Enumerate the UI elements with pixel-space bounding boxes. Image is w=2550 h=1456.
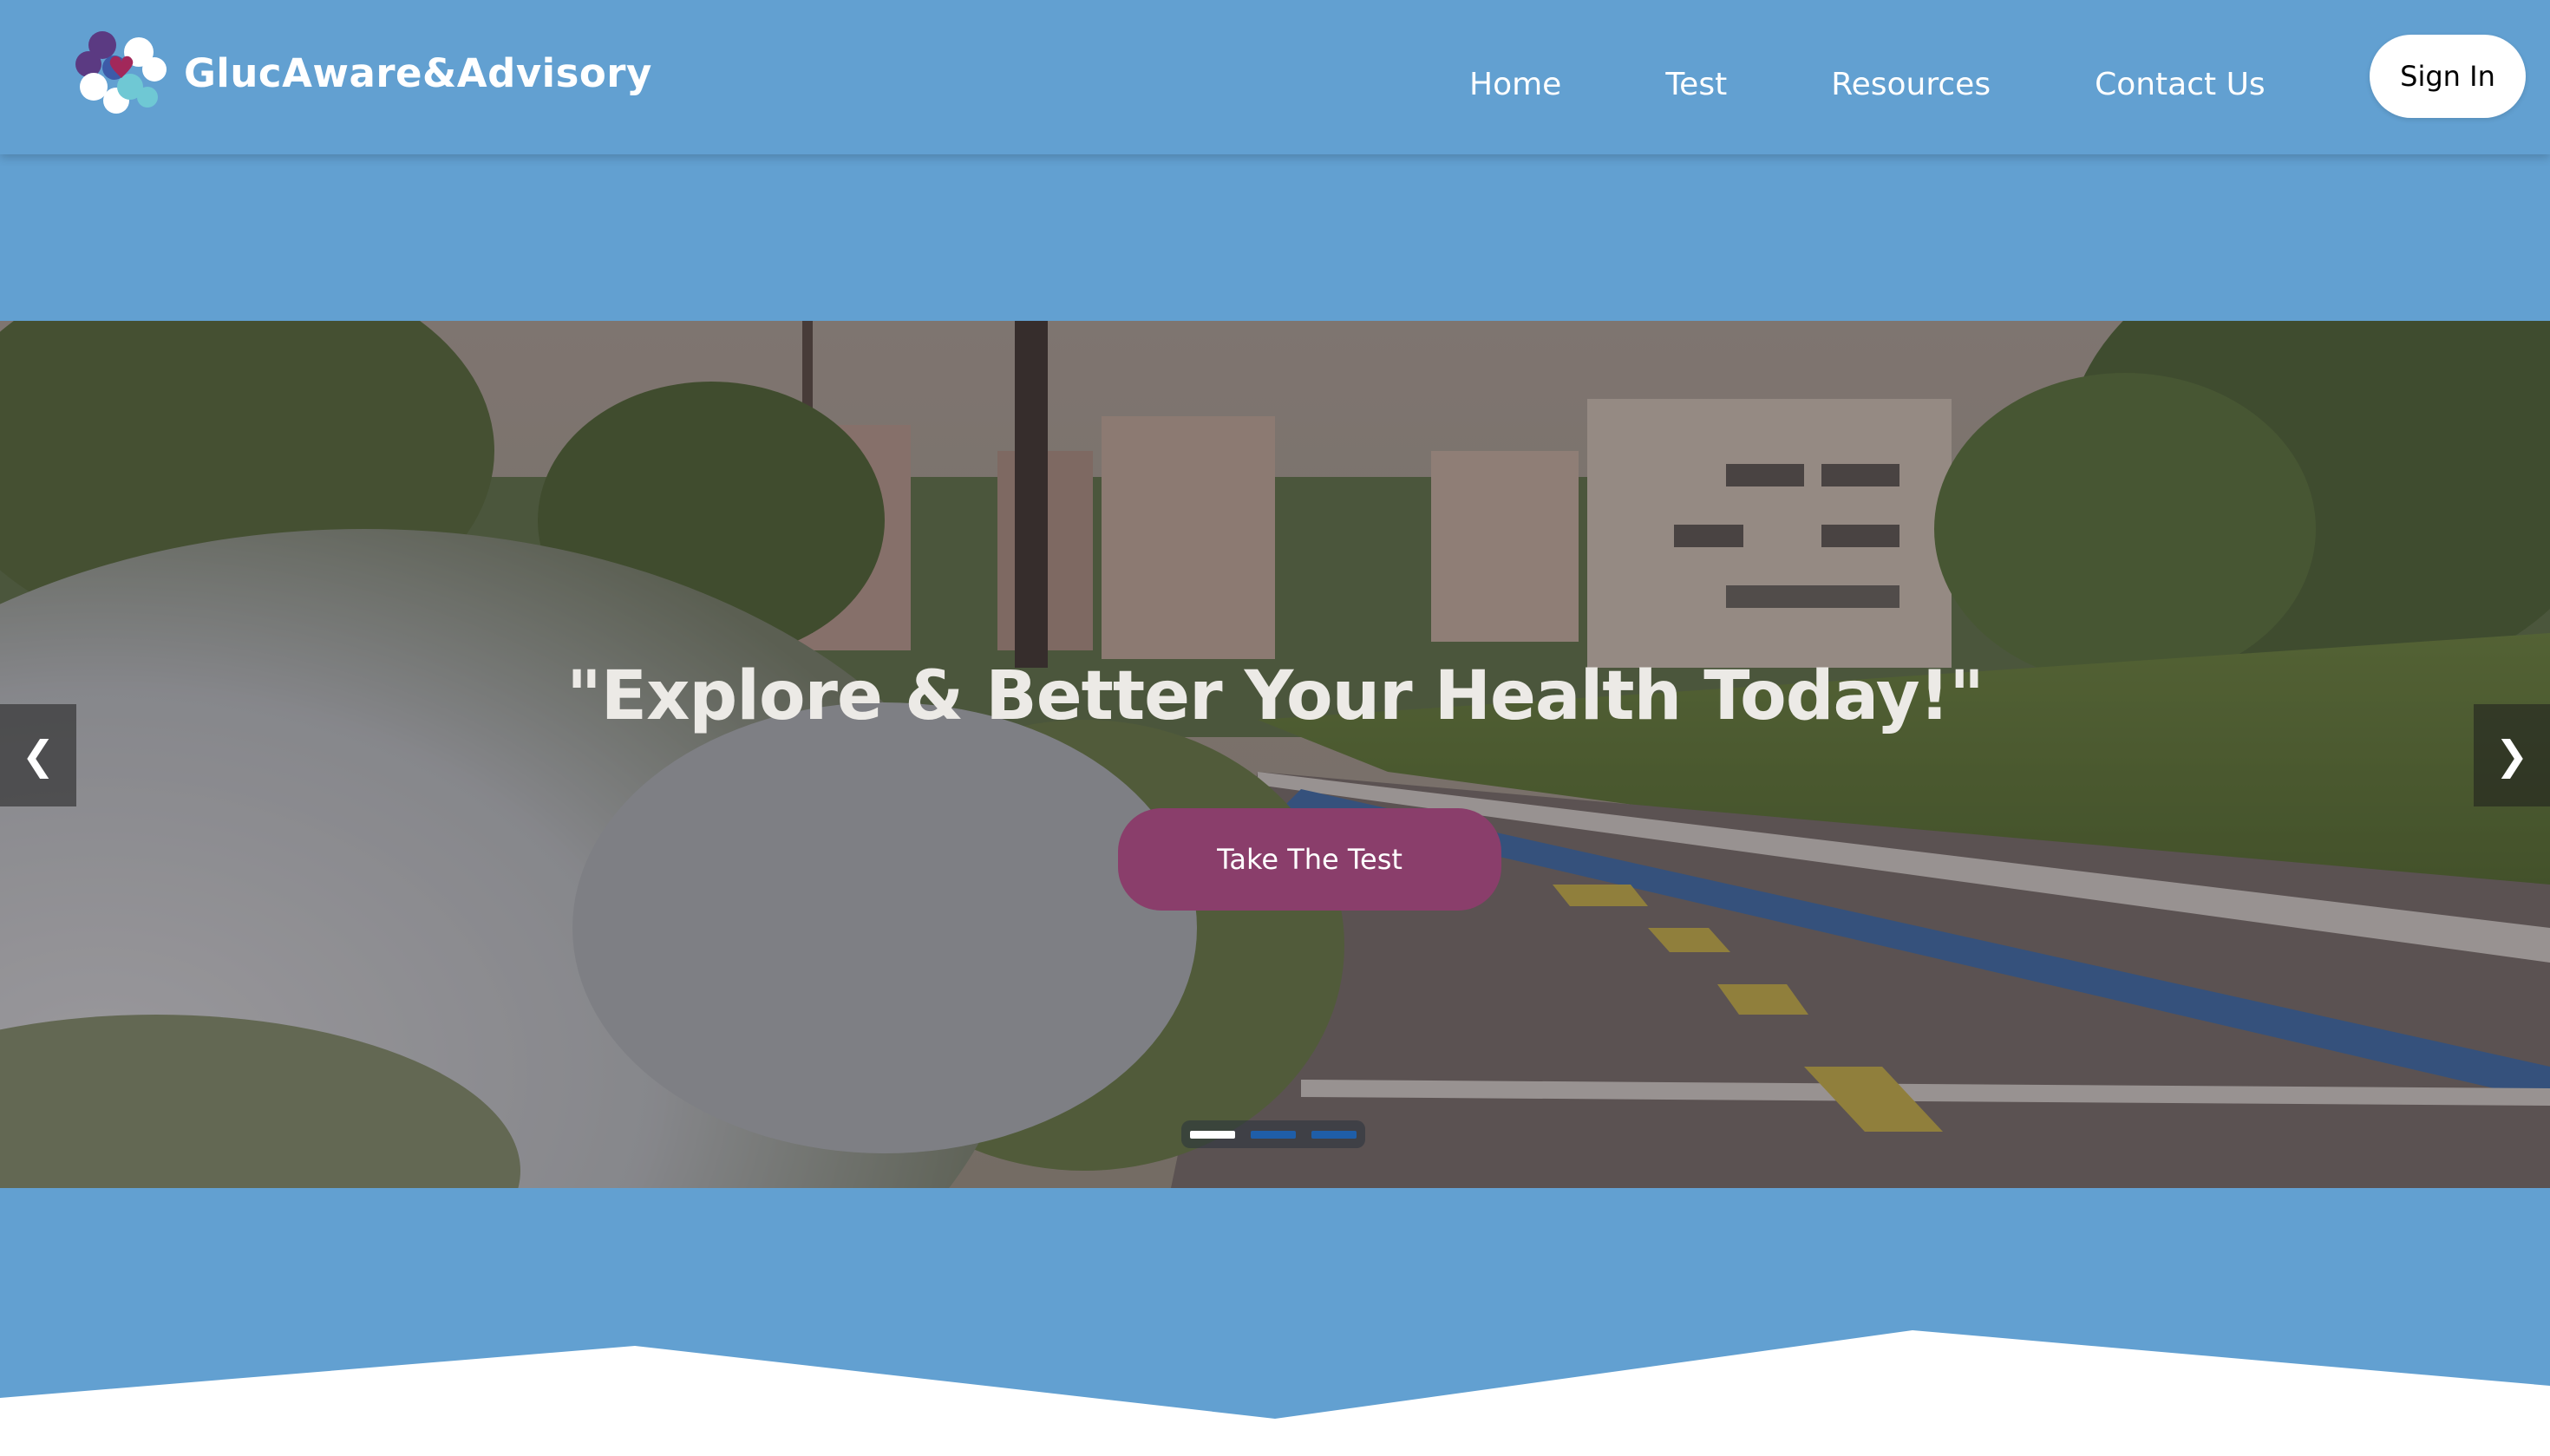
sign-in-button[interactable]: Sign In [2370,35,2526,118]
nav-resources[interactable]: Resources [1828,67,1994,102]
site-header: GlucAware&Advisory Home Test Resources C… [0,0,2550,154]
chevron-right-icon: ❯ [2494,732,2529,779]
nav-home[interactable]: Home [1466,67,1565,102]
nav-test[interactable]: Test [1662,67,1730,102]
hero-carousel: "Explore & Better Your Health Today!" Ta… [0,321,2550,1188]
carousel-dot-2[interactable] [1251,1130,1296,1139]
carousel-indicators [1181,1120,1365,1148]
main-nav: Home Test Resources Contact Us [1466,0,2269,154]
page: GlucAware&Advisory Home Test Resources C… [0,0,2550,1456]
chevron-left-icon: ❮ [21,732,56,779]
heart-puzzle-cloud-logo-icon [75,31,167,114]
carousel-dot-3[interactable] [1311,1130,1357,1139]
carousel-dot-1[interactable] [1190,1130,1235,1139]
brand-logo[interactable]: GlucAware&Advisory [68,26,652,120]
carousel-next-button[interactable]: ❯ [2474,704,2550,806]
nav-contact-us[interactable]: Contact Us [2091,67,2269,102]
carousel-prev-button[interactable]: ❮ [0,704,76,806]
hero-headline: "Explore & Better Your Health Today!" [566,657,1984,735]
brand-name: GlucAware&Advisory [184,49,652,96]
section-divider-wave [0,1330,2550,1456]
hero-dark-overlay [0,321,2550,1188]
take-the-test-button[interactable]: Take The Test [1118,808,1501,911]
